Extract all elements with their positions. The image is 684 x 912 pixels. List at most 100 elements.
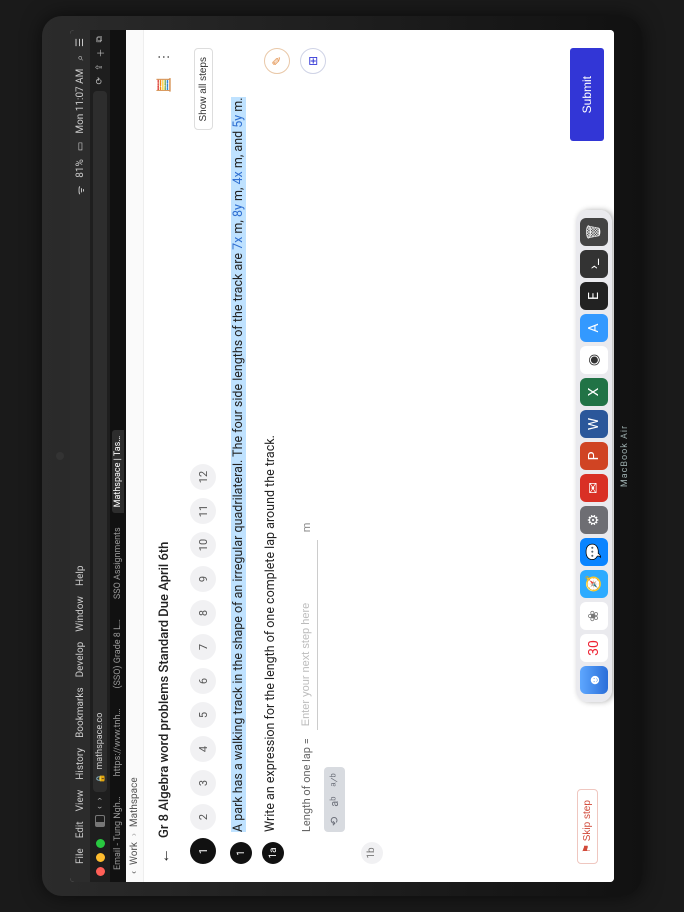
step-4[interactable]: 4: [190, 736, 216, 762]
step-9[interactable]: 9: [190, 566, 216, 592]
step-11[interactable]: 11: [190, 498, 216, 524]
q1-m1: m,: [231, 217, 246, 237]
step-10[interactable]: 10: [190, 532, 216, 558]
laptop-frame: File Edit View History Bookmarks Develop…: [42, 16, 642, 896]
q1-pre: A park has a walking track in the shape …: [231, 250, 246, 832]
reload-icon[interactable]: ⟳: [95, 77, 105, 85]
more-icon[interactable]: ⋮: [155, 48, 173, 66]
back-arrow-icon[interactable]: ←: [154, 848, 174, 864]
tab-4[interactable]: Mathspace | Tas…: [112, 430, 124, 514]
sidebar-toggle-icon[interactable]: [95, 815, 105, 827]
nav-back-icon[interactable]: ‹: [95, 806, 105, 809]
crumb-work[interactable]: Work: [129, 842, 140, 865]
status-tray: ᯤ 81% ▭ Mon 11:07 AM ⌕ ☰: [73, 38, 87, 195]
q1-v4: 5y: [231, 115, 246, 128]
menu-window[interactable]: Window: [75, 596, 86, 632]
step-6[interactable]: 6: [190, 668, 216, 694]
fraction-icon[interactable]: ᵃ⁄ᵇ: [328, 773, 341, 786]
step-12[interactable]: 12: [190, 464, 216, 490]
window-controls: [96, 839, 105, 876]
breadcrumb: ‹ Work › Mathspace: [126, 30, 144, 882]
menu-history[interactable]: History: [75, 748, 86, 780]
tab-2[interactable]: (SSO) Grade 8 L…: [112, 613, 124, 694]
dock-photos[interactable]: ❀: [580, 602, 608, 630]
dock-mail[interactable]: ✉: [580, 474, 608, 502]
answer-label: Length of one lap =: [300, 738, 313, 832]
answer-area: Length of one lap = m: [294, 48, 318, 832]
nav-forward-icon[interactable]: ›: [95, 798, 105, 801]
crumb-mathspace[interactable]: Mathspace: [129, 777, 140, 827]
step-3[interactable]: 3: [190, 770, 216, 796]
q1-text: A park has a walking track in the shape …: [230, 97, 252, 832]
laptop-hinge-label: MacBook Air: [614, 30, 636, 882]
dock-safari[interactable]: 🧭: [580, 570, 608, 598]
answer-input[interactable]: [294, 540, 318, 730]
tab-3[interactable]: SSO Assignments: [112, 521, 124, 605]
dock-messages[interactable]: 💬: [580, 538, 608, 566]
maximize-window[interactable]: [96, 839, 105, 848]
search-icon[interactable]: ⌕: [75, 55, 86, 61]
q1b-chip: 1b: [361, 842, 383, 864]
dock-terminal[interactable]: ›_: [580, 250, 608, 278]
address-bar[interactable]: 🔒 mathspace.co: [93, 91, 107, 792]
dock-trash[interactable]: 🗑: [580, 218, 608, 246]
submit-button[interactable]: Submit: [570, 48, 604, 141]
address-host: mathspace.co: [95, 713, 105, 770]
step-2[interactable]: 2: [190, 804, 216, 830]
power-icon[interactable]: aᵇ: [328, 797, 341, 807]
math-toolbar: ⟲ aᵇ ᵃ⁄ᵇ: [324, 767, 345, 832]
screen: File Edit View History Bookmarks Develop…: [70, 30, 614, 882]
grid-icon[interactable]: ⊞: [300, 48, 326, 74]
skip-step-button[interactable]: Skip step: [577, 789, 598, 864]
page-title: Gr 8 Algebra word problems Standard Due …: [157, 542, 172, 838]
close-window[interactable]: [96, 867, 105, 876]
q1a-bullet: 1a: [262, 842, 284, 864]
q1-m2: m,: [231, 184, 246, 204]
dock-appstore[interactable]: A: [580, 314, 608, 342]
tab-1[interactable]: https://wvw.tnh…: [112, 703, 124, 783]
menu-help[interactable]: Help: [75, 566, 86, 586]
hint-icon[interactable]: ✎: [264, 48, 290, 74]
show-all-steps-button[interactable]: Show all steps: [194, 48, 213, 130]
dock-calendar[interactable]: 30: [580, 634, 608, 662]
dock-powerpoint[interactable]: P: [580, 442, 608, 470]
q1-v2: 8y: [231, 204, 246, 217]
wifi-icon[interactable]: ᯤ: [73, 186, 87, 195]
crumb-chevron-icon[interactable]: ‹: [129, 871, 140, 874]
step-nav: 1 2 3 4 5 6 7 8 9 10 11 12 Show all step…: [190, 48, 216, 864]
mac-menubar: File Edit View History Bookmarks Develop…: [70, 30, 90, 882]
step-7[interactable]: 7: [190, 634, 216, 660]
control-center-icon[interactable]: ☰: [75, 38, 86, 47]
undo-icon[interactable]: ⟲: [328, 817, 341, 826]
q1-bullet: 1: [230, 842, 252, 864]
battery-icon: ▭: [75, 142, 86, 151]
dock-finder[interactable]: ☻: [580, 666, 608, 694]
tabs-overview-icon[interactable]: ⧉: [95, 36, 105, 42]
step-1[interactable]: 1: [190, 838, 216, 864]
step-8[interactable]: 8: [190, 600, 216, 626]
calculator-icon[interactable]: 🧮: [155, 76, 173, 94]
dock-chrome[interactable]: ◉: [580, 346, 608, 374]
minimize-window[interactable]: [96, 853, 105, 862]
step-5[interactable]: 5: [190, 702, 216, 728]
menu-develop[interactable]: Develop: [75, 642, 86, 678]
new-tab-icon[interactable]: ＋: [94, 48, 107, 57]
battery-percent: 81%: [75, 159, 86, 178]
menu-edit[interactable]: Edit: [75, 821, 86, 838]
tab-0[interactable]: Email - Tung Ngh…: [112, 790, 124, 876]
answer-unit: m: [300, 523, 313, 533]
dock-excel[interactable]: X: [580, 378, 608, 406]
share-icon[interactable]: ⇪: [95, 63, 105, 71]
menu-bookmarks[interactable]: Bookmarks: [75, 687, 86, 738]
dock-epic[interactable]: E: [580, 282, 608, 310]
menu-view[interactable]: View: [75, 790, 86, 812]
side-tool-icons: ✎ ⊞: [264, 48, 326, 74]
page-content: ← Gr 8 Algebra word problems Standard Du…: [144, 30, 614, 882]
q1-v1: 7x: [231, 237, 246, 250]
dock-settings[interactable]: ⚙: [580, 506, 608, 534]
mac-dock: ☻ 30 ❀ 🧭 💬 ⚙ ✉ P W X ◉ A E ›_ 🗑: [576, 210, 612, 702]
page-header: ← Gr 8 Algebra word problems Standard Du…: [154, 48, 174, 864]
q1-post: m.: [231, 97, 246, 114]
menu-file[interactable]: File: [75, 848, 86, 864]
dock-word[interactable]: W: [580, 410, 608, 438]
